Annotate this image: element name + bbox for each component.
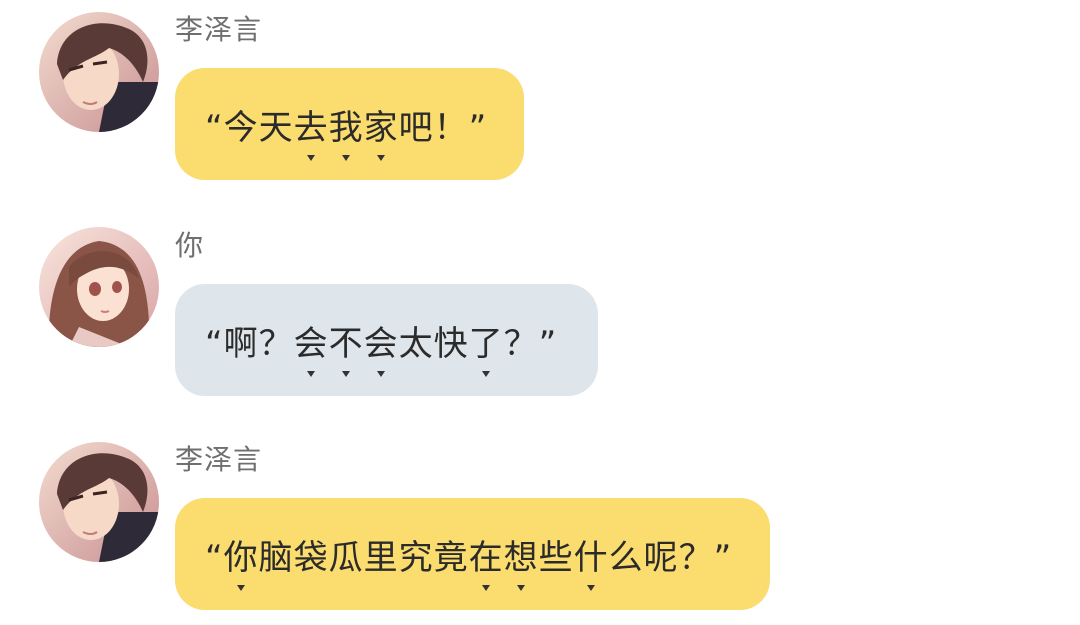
- female-avatar-icon: [39, 227, 159, 347]
- message-text: “你脑袋瓜里究竟在想些什么呢？”: [205, 530, 732, 579]
- male-avatar-icon: [39, 12, 159, 132]
- message-bubble[interactable]: “啊？会不会太快了？”: [175, 284, 598, 396]
- message-bubble[interactable]: “你脑袋瓜里究竟在想些什么呢？”: [175, 498, 770, 610]
- message-bubble[interactable]: “今天去我家吧！”: [175, 68, 524, 180]
- message-text: “今天去我家吧！”: [205, 100, 487, 149]
- sender-name: 你: [175, 229, 205, 262]
- avatar-li-zeyan[interactable]: [39, 442, 159, 562]
- avatar-li-zeyan[interactable]: [39, 12, 159, 132]
- male-avatar-icon: [39, 442, 159, 562]
- avatar-you[interactable]: [39, 227, 159, 347]
- sender-name: 李泽言: [175, 443, 263, 476]
- message-text: “啊？会不会太快了？”: [205, 316, 557, 365]
- sender-name: 李泽言: [175, 13, 263, 46]
